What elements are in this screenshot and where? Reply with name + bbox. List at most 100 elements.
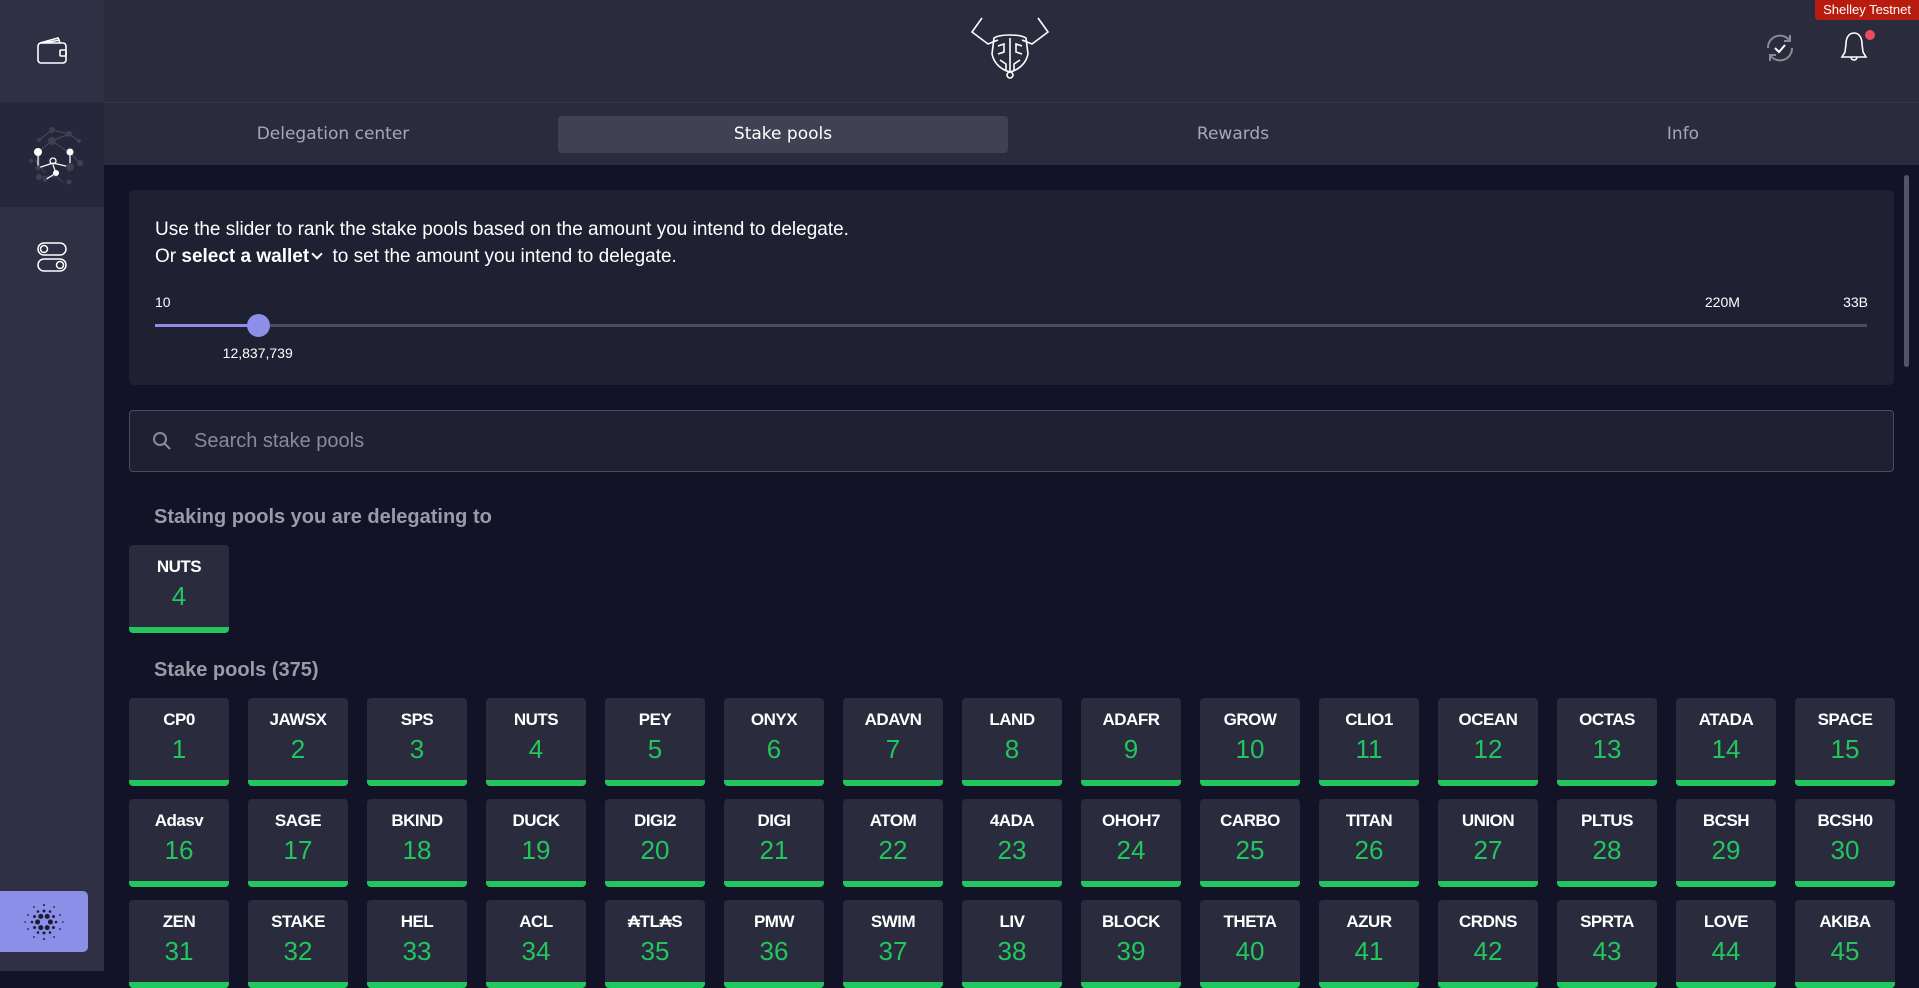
- slider-value: 12,837,739: [222, 345, 293, 361]
- stake-pool-card[interactable]: BCSH 29: [1676, 799, 1776, 887]
- stake-pool-card[interactable]: SAGE 17: [248, 799, 348, 887]
- pool-ticker: BCSH: [1702, 811, 1750, 830]
- pool-rank-bar: [129, 627, 229, 633]
- stake-pool-card[interactable]: 4ADA 23: [962, 799, 1062, 887]
- pool-rank: 2: [290, 734, 306, 764]
- stake-pool-card[interactable]: SPS 3: [367, 698, 467, 786]
- pool-rank: 5: [647, 734, 663, 764]
- stake-pool-card[interactable]: DIGI 21: [724, 799, 824, 887]
- pool-ticker: PEY: [638, 710, 672, 729]
- pool-rank: 18: [402, 835, 432, 865]
- pool-ticker: BCSH0: [1817, 811, 1873, 830]
- pool-rank-bar: [1795, 881, 1895, 887]
- pool-rank-bar: [605, 780, 705, 786]
- stake-pool-card[interactable]: Adasv 16: [129, 799, 229, 887]
- pool-ticker: 4ADA: [989, 811, 1035, 830]
- pool-ticker: ATADA: [1698, 710, 1754, 729]
- sidebar-item-settings[interactable]: [0, 207, 104, 307]
- stake-pool-card[interactable]: THETA 40: [1200, 900, 1300, 988]
- pool-ticker: OCEAN: [1458, 710, 1518, 729]
- stake-pool-card[interactable]: ADAVN 7: [843, 698, 943, 786]
- stake-pool-card[interactable]: JAWSX 2: [248, 698, 348, 786]
- select-wallet-dropdown[interactable]: select a wallet: [181, 246, 327, 267]
- stake-pool-card[interactable]: STAKE 32: [248, 900, 348, 988]
- stake-pool-card[interactable]: PEY 5: [605, 698, 705, 786]
- pool-rank-bar: [1200, 982, 1300, 988]
- stake-pool-card[interactable]: TITAN 26: [1319, 799, 1419, 887]
- pool-ticker: DIGI: [757, 811, 791, 830]
- pool-ticker: CRDNS: [1459, 912, 1517, 931]
- stake-pool-card[interactable]: ATADA 14: [1676, 698, 1776, 786]
- stake-pool-card[interactable]: LIV 38: [962, 900, 1062, 988]
- pool-rank: 41: [1354, 936, 1384, 966]
- pool-ticker: GROW: [1223, 710, 1277, 729]
- stake-pool-card[interactable]: LOVE 44: [1676, 900, 1776, 988]
- tab-stake-pools[interactable]: Stake pools: [558, 115, 1008, 153]
- stake-pool-card[interactable]: CRDNS 42: [1438, 900, 1538, 988]
- pool-rank: 28: [1592, 835, 1622, 865]
- stake-pool-card[interactable]: BLOCK 39: [1081, 900, 1181, 988]
- sync-check-icon[interactable]: [1764, 32, 1796, 64]
- stake-pool-card[interactable]: ADAFR 9: [1081, 698, 1181, 786]
- stake-pool-card[interactable]: AKIBA 45: [1795, 900, 1895, 988]
- slider-track[interactable]: [155, 324, 1867, 327]
- stake-pool-card[interactable]: SPACE 15: [1795, 698, 1895, 786]
- pool-rank: 32: [283, 936, 313, 966]
- pool-rank: 3: [409, 734, 425, 764]
- pool-rank: 15: [1830, 734, 1860, 764]
- stake-pool-card[interactable]: ZEN 31: [129, 900, 229, 988]
- stake-pool-card[interactable]: CARBO 25: [1200, 799, 1300, 887]
- stake-pool-card[interactable]: UNION 27: [1438, 799, 1538, 887]
- pool-rank-bar: [129, 881, 229, 887]
- slider-thumb[interactable]: [246, 314, 270, 337]
- stake-pool-card[interactable]: GROW 10: [1200, 698, 1300, 786]
- stake-pool-card[interactable]: ATOM 22: [843, 799, 943, 887]
- tab-info[interactable]: Info: [1458, 116, 1908, 153]
- stake-pool-card[interactable]: LAND 8: [962, 698, 1062, 786]
- stake-pool-card[interactable]: CP0 1: [129, 698, 229, 786]
- pool-ticker: SAGE: [274, 811, 322, 830]
- stake-pool-card[interactable]: BKIND 18: [367, 799, 467, 887]
- tab-rewards[interactable]: Rewards: [1008, 116, 1458, 153]
- sidebar-item-wallets[interactable]: [0, 0, 104, 102]
- vertical-scrollbar[interactable]: [1904, 175, 1909, 367]
- stake-pool-card[interactable]: PLTUS 28: [1557, 799, 1657, 887]
- stake-pool-card[interactable]: NUTS 4: [486, 698, 586, 786]
- tab-delegation-center[interactable]: Delegation center: [108, 116, 558, 153]
- stake-pool-card[interactable]: CLIO1 11: [1319, 698, 1419, 786]
- sidebar-item-staking[interactable]: [0, 102, 104, 207]
- pool-rank: 27: [1473, 835, 1503, 865]
- instruction-line-2: Or select a wallet to set the amount you…: [155, 243, 849, 270]
- stake-pool-card[interactable]: HEL 33: [367, 900, 467, 988]
- stake-pool-card[interactable]: OCEAN 12: [1438, 698, 1538, 786]
- stake-pool-card[interactable]: AZUR 41: [1319, 900, 1419, 988]
- sidebar: [0, 0, 104, 971]
- search-icon: [153, 432, 171, 450]
- pool-rank: 23: [997, 835, 1027, 865]
- stake-pool-card[interactable]: ₳TL₳S 35: [605, 900, 705, 988]
- pool-rank-bar: [248, 881, 348, 887]
- stake-pool-card[interactable]: ONYX 6: [724, 698, 824, 786]
- pool-rank-bar: [1438, 881, 1538, 887]
- stake-pool-card[interactable]: DIGI2 20: [605, 799, 705, 887]
- stake-pool-card[interactable]: NUTS 4: [129, 545, 229, 633]
- pool-rank: 19: [521, 835, 551, 865]
- wallet-icon: [37, 37, 67, 64]
- pool-rank: 16: [164, 835, 194, 865]
- bell-icon[interactable]: [1840, 30, 1868, 64]
- pool-ticker: UNION: [1461, 811, 1515, 830]
- pool-rank-bar: [962, 780, 1062, 786]
- sidebar-item-cardano[interactable]: [0, 891, 88, 952]
- stake-pool-card[interactable]: OCTAS 13: [1557, 698, 1657, 786]
- tab-bar: Delegation center Stake pools Rewards In…: [104, 102, 1919, 165]
- stake-pool-card[interactable]: OHOH7 24: [1081, 799, 1181, 887]
- stake-pool-card[interactable]: SPRTA 43: [1557, 900, 1657, 988]
- pool-rank-bar: [724, 780, 824, 786]
- stake-pool-card[interactable]: SWIM 37: [843, 900, 943, 988]
- search-input[interactable]: [194, 429, 1794, 453]
- stake-pool-card[interactable]: ACL 34: [486, 900, 586, 988]
- stake-pool-card[interactable]: DUCK 19: [486, 799, 586, 887]
- stake-pool-card[interactable]: PMW 36: [724, 900, 824, 988]
- stake-pool-card[interactable]: BCSH0 30: [1795, 799, 1895, 887]
- pool-ticker: SPS: [400, 710, 434, 729]
